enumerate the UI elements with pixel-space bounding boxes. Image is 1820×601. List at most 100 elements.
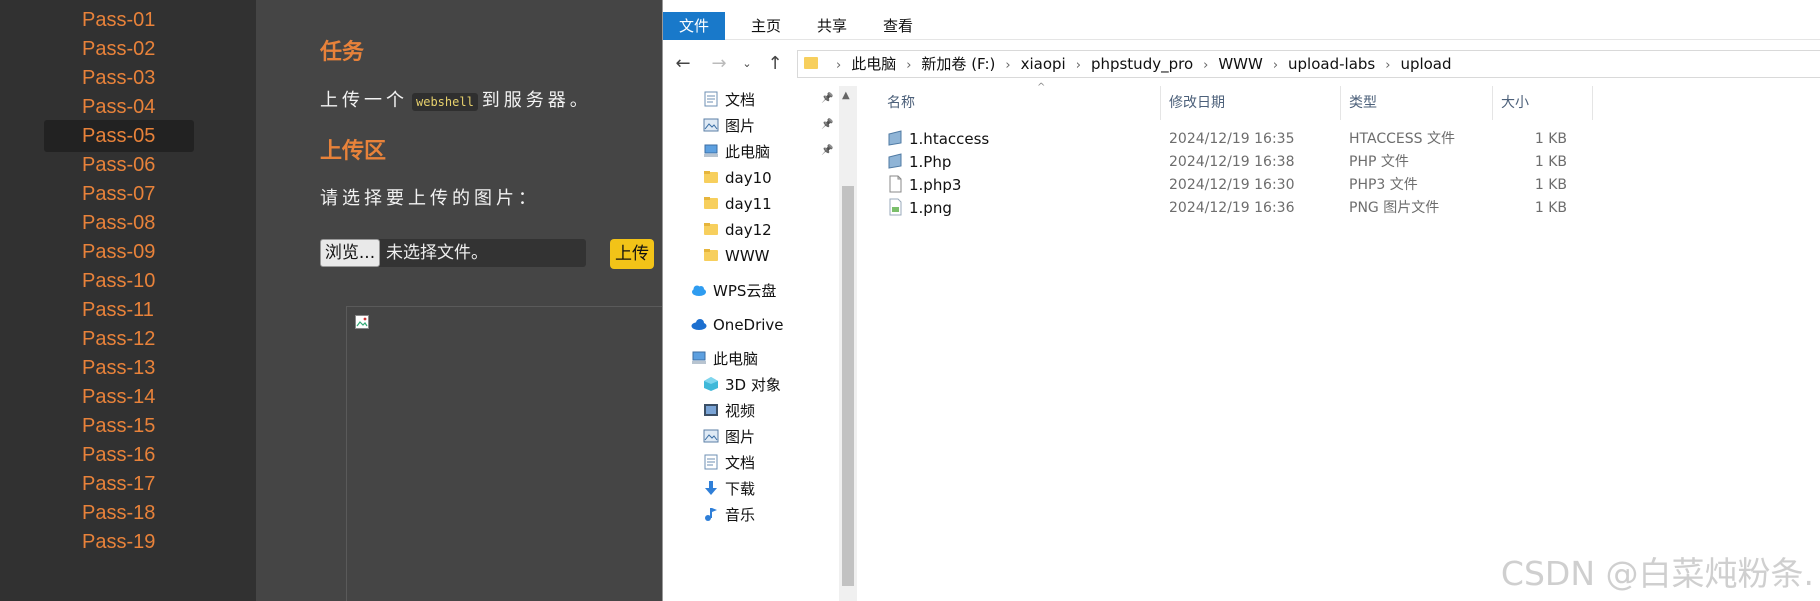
pass-link-pass-10[interactable]: Pass-10 bbox=[44, 265, 194, 297]
ribbon-tab-0[interactable]: 文件 bbox=[663, 12, 726, 40]
nav-item[interactable]: 此电脑 bbox=[691, 346, 758, 372]
pass-link-pass-17[interactable]: Pass-17 bbox=[44, 468, 194, 500]
nav-item[interactable]: 文档 bbox=[703, 87, 755, 113]
pass-link-pass-01[interactable]: Pass-01 bbox=[44, 4, 194, 36]
nav-item[interactable]: 音乐 bbox=[703, 502, 755, 528]
nav-item[interactable]: 3D 对象 bbox=[703, 372, 781, 398]
pin-icon[interactable]: 📌 bbox=[821, 145, 833, 156]
pictures-icon bbox=[703, 429, 719, 442]
file-row[interactable]: 1.png 2024/12/19 16:36 PNG 图片文件 1 KB bbox=[887, 195, 1637, 222]
breadcrumb-item[interactable]: upload bbox=[1400, 55, 1451, 73]
folder-icon bbox=[704, 196, 718, 209]
nav-item[interactable]: 视频 bbox=[703, 398, 755, 424]
breadcrumb-chevron-icon[interactable]: › bbox=[1076, 58, 1081, 73]
pass-link-pass-15[interactable]: Pass-15 bbox=[44, 410, 194, 442]
pin-icon[interactable]: 📌 bbox=[821, 119, 833, 130]
php-file-icon bbox=[888, 152, 902, 169]
breadcrumb: › 此电脑 › 新加卷 (F:) › xiaopi › phpstudy_pro › WWW › up… bbox=[826, 51, 1452, 77]
pass-link-pass-07[interactable]: Pass-07 bbox=[44, 178, 194, 210]
pass-link-pass-06[interactable]: Pass-06 bbox=[44, 149, 194, 181]
nav-item[interactable]: OneDrive bbox=[691, 312, 784, 338]
file-name-text: 1.png bbox=[909, 199, 952, 217]
breadcrumb-item[interactable]: upload-labs bbox=[1288, 55, 1375, 73]
column-header[interactable]: 修改日期 bbox=[1161, 86, 1341, 120]
nav-item-label: 图片 bbox=[725, 117, 756, 135]
pass-sidebar: Pass-01 Pass-02 Pass-03 Pass-04 Pass-05 Pass-… bbox=[0, 0, 256, 601]
pass-link-pass-02[interactable]: Pass-02 bbox=[44, 33, 194, 65]
nav-item[interactable]: 下载 bbox=[703, 476, 755, 502]
file-list: ^ 名称 修改日期 类型 大小 1.htaccess 2024/12/19 16:35 HT… bbox=[857, 82, 1820, 601]
ribbon-tab-2[interactable]: 共享 bbox=[801, 12, 863, 40]
breadcrumb-item[interactable]: 此电脑 bbox=[851, 55, 896, 73]
nav-item-label: day11 bbox=[725, 195, 772, 213]
nav-item-label: WPS云盘 bbox=[713, 282, 777, 300]
pass-link-pass-08[interactable]: Pass-08 bbox=[44, 207, 194, 239]
pass-link-pass-12[interactable]: Pass-12 bbox=[44, 323, 194, 355]
nav-item-label: 音乐 bbox=[725, 506, 756, 524]
folder-icon bbox=[704, 248, 718, 261]
breadcrumb-item[interactable]: xiaopi bbox=[1021, 55, 1066, 73]
column-header[interactable]: 名称 bbox=[879, 86, 1161, 120]
nav-item[interactable]: day10 bbox=[703, 165, 772, 191]
pass-link-pass-03[interactable]: Pass-03 bbox=[44, 62, 194, 94]
task-title: 任务 bbox=[320, 40, 365, 65]
browse-button[interactable]: 浏览... bbox=[320, 239, 380, 267]
upload-button[interactable]: 上传 bbox=[610, 239, 654, 269]
pin-icon[interactable]: 📌 bbox=[821, 93, 833, 104]
nav-item[interactable]: day11 bbox=[703, 191, 772, 217]
nav-item-label: WWW bbox=[725, 247, 770, 265]
pass-link-pass-05[interactable]: Pass-05 bbox=[44, 120, 194, 152]
breadcrumb-chevron-icon[interactable]: › bbox=[1273, 58, 1278, 73]
breadcrumb-chevron-icon[interactable]: › bbox=[1385, 58, 1390, 73]
nav-item-label: day10 bbox=[725, 169, 772, 187]
broken-image-icon bbox=[355, 315, 369, 329]
up-arrow-icon[interactable]: ↑ bbox=[763, 52, 787, 76]
ribbon-tab-1[interactable]: 主页 bbox=[735, 12, 797, 40]
pass-link-pass-14[interactable]: Pass-14 bbox=[44, 381, 194, 413]
file-name: 1.png bbox=[887, 195, 952, 222]
nav-item-label: 图片 bbox=[725, 428, 756, 446]
videos-icon bbox=[704, 403, 718, 416]
pass-link-pass-04[interactable]: Pass-04 bbox=[44, 91, 194, 123]
file-input[interactable]: 浏览... 未选择文件。 bbox=[320, 239, 586, 267]
pass-link-pass-11[interactable]: Pass-11 bbox=[44, 294, 194, 326]
nav-item[interactable]: WPS云盘 bbox=[691, 278, 776, 304]
scrollbar-thumb[interactable] bbox=[842, 186, 854, 586]
breadcrumb-item[interactable]: phpstudy_pro bbox=[1091, 55, 1193, 73]
recent-dropdown-icon[interactable]: ⌄ bbox=[735, 52, 759, 76]
nav-item[interactable]: 文档 bbox=[703, 450, 755, 476]
pass-link-pass-19[interactable]: Pass-19 bbox=[44, 526, 194, 558]
nav-item-label: day12 bbox=[725, 221, 772, 239]
column-header[interactable]: 大小 bbox=[1493, 86, 1593, 120]
address-bar[interactable]: › 此电脑 › 新加卷 (F:) › xiaopi › phpstudy_pro › WWW › up… bbox=[797, 50, 1820, 78]
pictures-icon bbox=[703, 118, 719, 131]
navigation-scrollbar[interactable]: ▲ bbox=[839, 86, 857, 601]
breadcrumb-item[interactable]: WWW bbox=[1218, 55, 1263, 73]
column-header[interactable]: 类型 bbox=[1341, 86, 1493, 120]
nav-item[interactable]: day12 bbox=[703, 217, 772, 243]
ribbon-tab-3[interactable]: 查看 bbox=[867, 12, 929, 40]
nav-item[interactable]: 图片 bbox=[703, 113, 755, 139]
task-code: webshell bbox=[412, 93, 478, 111]
pass-link-pass-13[interactable]: Pass-13 bbox=[44, 352, 194, 384]
pass-link-pass-09[interactable]: Pass-09 bbox=[44, 236, 194, 268]
scroll-up-icon[interactable]: ▲ bbox=[842, 90, 850, 101]
nav-item[interactable]: 此电脑 bbox=[703, 139, 770, 165]
pass-link-pass-16[interactable]: Pass-16 bbox=[44, 439, 194, 471]
nav-item-label: 视频 bbox=[725, 402, 756, 420]
nav-item[interactable]: 图片 bbox=[703, 424, 755, 450]
documents-icon bbox=[704, 91, 718, 106]
breadcrumb-chevron-icon[interactable]: › bbox=[1203, 58, 1208, 73]
breadcrumb-chevron-icon[interactable]: › bbox=[836, 58, 841, 73]
web-main-content: 任务 上传一个 webshell 到服务器。 上传区 请选择要上传的图片： 浏览..… bbox=[256, 0, 662, 601]
breadcrumb-item[interactable]: 新加卷 (F:) bbox=[921, 55, 995, 73]
choose-prompt: 请选择要上传的图片： bbox=[320, 188, 540, 209]
pass-link-pass-18[interactable]: Pass-18 bbox=[44, 497, 194, 529]
back-arrow-icon[interactable]: ← bbox=[671, 52, 695, 76]
nav-item[interactable]: WWW bbox=[703, 243, 770, 269]
breadcrumb-chevron-icon[interactable]: › bbox=[1005, 58, 1010, 73]
nav-item-label: 下载 bbox=[725, 480, 756, 498]
forward-arrow-icon[interactable]: → bbox=[707, 52, 731, 76]
file-type: PNG 图片文件 bbox=[1349, 200, 1440, 216]
breadcrumb-chevron-icon[interactable]: › bbox=[906, 58, 911, 73]
